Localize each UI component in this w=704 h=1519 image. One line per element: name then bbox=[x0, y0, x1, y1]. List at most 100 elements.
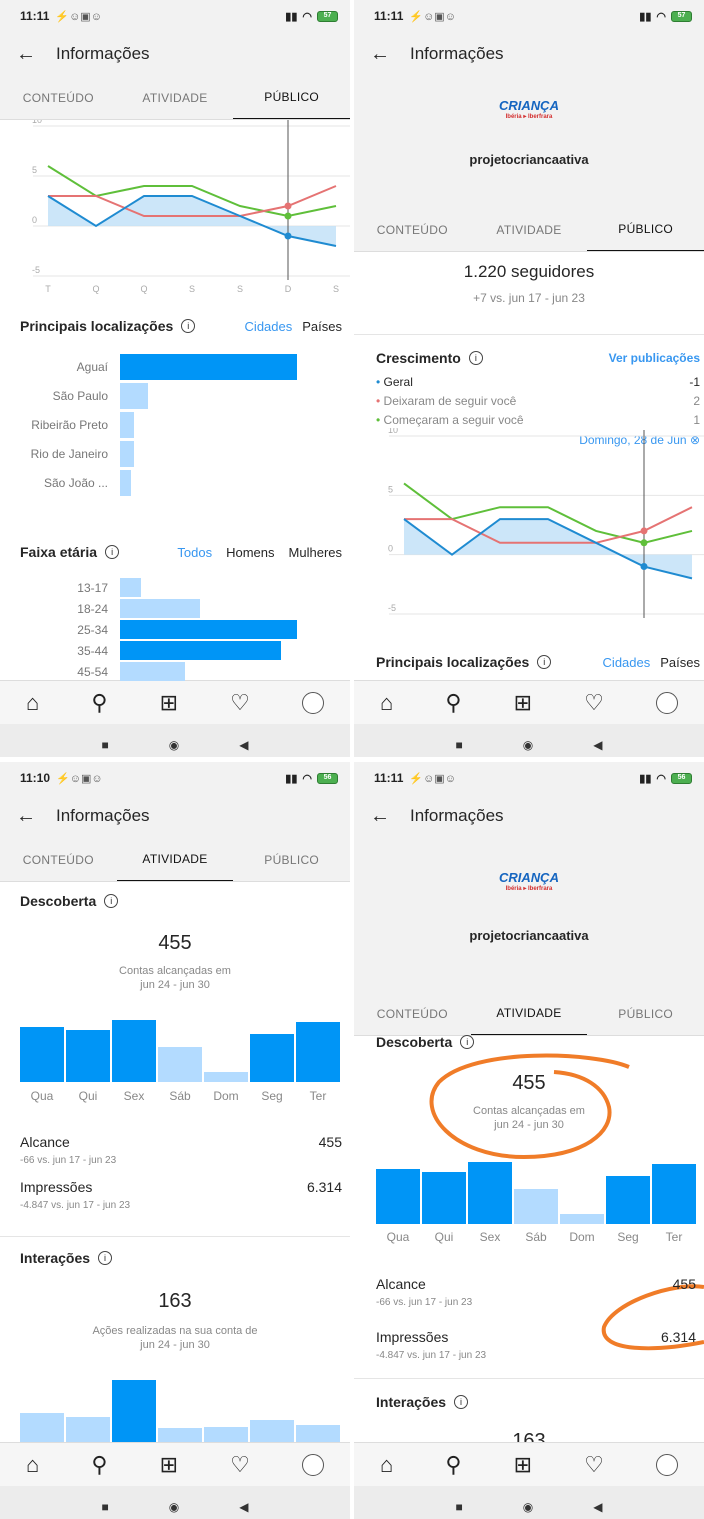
add-icon[interactable]: ⊞ bbox=[514, 1452, 532, 1478]
view-posts-link[interactable]: Ver publicações bbox=[609, 351, 700, 365]
tab-activity[interactable]: ATIVIDADE bbox=[471, 208, 588, 251]
recents-icon[interactable]: ■ bbox=[456, 738, 463, 752]
search-icon[interactable]: ⚲ bbox=[91, 690, 107, 716]
y-tick-label: 5 bbox=[32, 165, 37, 175]
home-circle-icon[interactable]: ◉ bbox=[523, 1500, 533, 1514]
bar-label: Ribeirão Preto bbox=[31, 418, 108, 432]
bar bbox=[120, 662, 186, 681]
interactions-title: Interações i bbox=[376, 1394, 469, 1410]
back-arrow-icon[interactable]: ← bbox=[370, 805, 390, 828]
back-triangle-icon[interactable]: ◀ bbox=[593, 1500, 602, 1514]
bar-row: 18-24 bbox=[20, 599, 200, 618]
age-header: Faixa etária i Todos Homens Mulheres bbox=[20, 544, 342, 560]
profile-avatar[interactable] bbox=[301, 1453, 324, 1476]
tab-content[interactable]: CONTEÚDO bbox=[0, 76, 117, 119]
notification-icons: ⚡☺▣☺ bbox=[55, 10, 102, 23]
heart-icon[interactable]: ♡ bbox=[230, 690, 250, 716]
search-icon[interactable]: ⚲ bbox=[445, 690, 461, 716]
filter-women[interactable]: Mulheres bbox=[289, 545, 342, 560]
search-icon[interactable]: ⚲ bbox=[91, 1452, 107, 1478]
page-title: Informações bbox=[410, 44, 504, 63]
tab-audience[interactable]: PÚBLICO bbox=[233, 76, 350, 119]
tab-audience[interactable]: PÚBLICO bbox=[587, 208, 704, 251]
back-triangle-icon[interactable]: ◀ bbox=[239, 738, 248, 752]
profile-avatar[interactable] bbox=[655, 691, 678, 714]
y-tick-label: 5 bbox=[388, 484, 393, 494]
x-tick-label: D bbox=[285, 284, 292, 294]
notification-icons: ⚡☺▣☺ bbox=[409, 772, 456, 785]
back-arrow-icon[interactable]: ← bbox=[16, 43, 36, 66]
x-tick-label: S bbox=[237, 284, 243, 294]
status-bar: 11:11 ⚡☺▣☺ ▮▮ ◠ 57 bbox=[354, 0, 704, 32]
bar-label: 18-24 bbox=[77, 601, 108, 616]
cities-toggle[interactable]: Cidades bbox=[603, 655, 651, 670]
tab-activity[interactable]: ATIVIDADE bbox=[117, 76, 234, 119]
reach-subtitle-2: jun 24 - jun 30 bbox=[140, 979, 210, 991]
tab-audience[interactable]: PÚBLICO bbox=[233, 838, 350, 881]
profile-block: CRIANÇA Ibéria ▸ Iberfrara projetocrianca… bbox=[354, 838, 704, 1016]
weekday-bar bbox=[204, 1427, 248, 1442]
back-triangle-icon[interactable]: ◀ bbox=[239, 1500, 248, 1514]
home-circle-icon[interactable]: ◉ bbox=[169, 738, 179, 752]
tab-activity[interactable]: ATIVIDADE bbox=[470, 992, 588, 1035]
tab-content[interactable]: CONTEÚDO bbox=[354, 208, 471, 251]
tab-content[interactable]: CONTEÚDO bbox=[0, 838, 117, 881]
countries-toggle[interactable]: Países bbox=[302, 319, 342, 334]
home-circle-icon[interactable]: ◉ bbox=[523, 738, 533, 752]
heart-icon[interactable]: ♡ bbox=[584, 1452, 604, 1478]
bar bbox=[120, 578, 142, 597]
follower-delta: +7 vs. jun 17 - jun 23 bbox=[473, 291, 585, 305]
filter-all[interactable]: Todos bbox=[177, 545, 212, 560]
battery-icon: 56 bbox=[317, 772, 338, 784]
info-icon[interactable]: i bbox=[537, 655, 552, 669]
info-icon[interactable]: i bbox=[460, 1035, 475, 1049]
profile-avatar[interactable] bbox=[301, 691, 324, 714]
info-icon[interactable]: i bbox=[105, 545, 120, 559]
cities-toggle[interactable]: Cidades bbox=[245, 319, 293, 334]
weekday-bar bbox=[652, 1163, 696, 1224]
add-icon[interactable]: ⊞ bbox=[160, 1452, 178, 1478]
profile-avatar[interactable] bbox=[655, 1453, 678, 1476]
impressions-delta: -4.847 vs. jun 17 - jun 23 bbox=[20, 1200, 131, 1211]
wifi-icon: ◠ bbox=[302, 772, 312, 785]
back-arrow-icon[interactable]: ← bbox=[370, 43, 390, 66]
info-icon[interactable]: i bbox=[98, 1251, 113, 1265]
home-icon[interactable]: ⌂ bbox=[26, 1452, 39, 1478]
username: projetocriancaativa bbox=[469, 928, 589, 943]
tab-content[interactable]: CONTEÚDO bbox=[354, 992, 471, 1035]
reach-value: 455 bbox=[158, 932, 192, 954]
weekday-bar bbox=[560, 1214, 604, 1224]
recents-icon[interactable]: ■ bbox=[102, 1500, 109, 1514]
filter-men[interactable]: Homens bbox=[226, 545, 274, 560]
highlight-point bbox=[640, 527, 648, 535]
add-icon[interactable]: ⊞ bbox=[160, 690, 178, 716]
weekday-label: Dom bbox=[213, 1089, 239, 1103]
recents-icon[interactable]: ■ bbox=[102, 738, 109, 752]
home-icon[interactable]: ⌂ bbox=[380, 690, 393, 716]
bar bbox=[120, 641, 282, 660]
info-icon[interactable]: i bbox=[454, 1395, 469, 1409]
countries-toggle[interactable]: Países bbox=[660, 655, 700, 670]
info-icon[interactable]: i bbox=[181, 319, 196, 333]
heart-icon[interactable]: ♡ bbox=[230, 1452, 250, 1478]
add-icon[interactable]: ⊞ bbox=[514, 690, 532, 716]
recents-icon[interactable]: ■ bbox=[456, 1500, 463, 1514]
home-circle-icon[interactable]: ◉ bbox=[169, 1500, 179, 1514]
home-icon[interactable]: ⌂ bbox=[380, 1452, 393, 1478]
weekday-label: Dom bbox=[569, 1230, 595, 1244]
search-icon[interactable]: ⚲ bbox=[445, 1452, 461, 1478]
home-icon[interactable]: ⌂ bbox=[26, 690, 39, 716]
legend-row-general: • Geral -1 bbox=[376, 375, 700, 389]
weekday-labels: Qua Qui Sex Sáb Dom Seg Ter bbox=[20, 1089, 340, 1103]
bar bbox=[120, 620, 297, 639]
discovery-weekly-bars bbox=[20, 1020, 340, 1082]
info-icon[interactable]: i bbox=[104, 894, 119, 908]
tab-audience[interactable]: PÚBLICO bbox=[587, 992, 704, 1035]
heart-icon[interactable]: ♡ bbox=[584, 690, 604, 716]
tab-activity[interactable]: ATIVIDADE bbox=[116, 838, 234, 881]
back-arrow-icon[interactable]: ← bbox=[16, 805, 36, 828]
back-triangle-icon[interactable]: ◀ bbox=[593, 738, 602, 752]
interactions-weekly-bars bbox=[20, 1380, 340, 1442]
bar-label: São João ... bbox=[43, 476, 108, 490]
info-icon[interactable]: i bbox=[468, 351, 483, 365]
